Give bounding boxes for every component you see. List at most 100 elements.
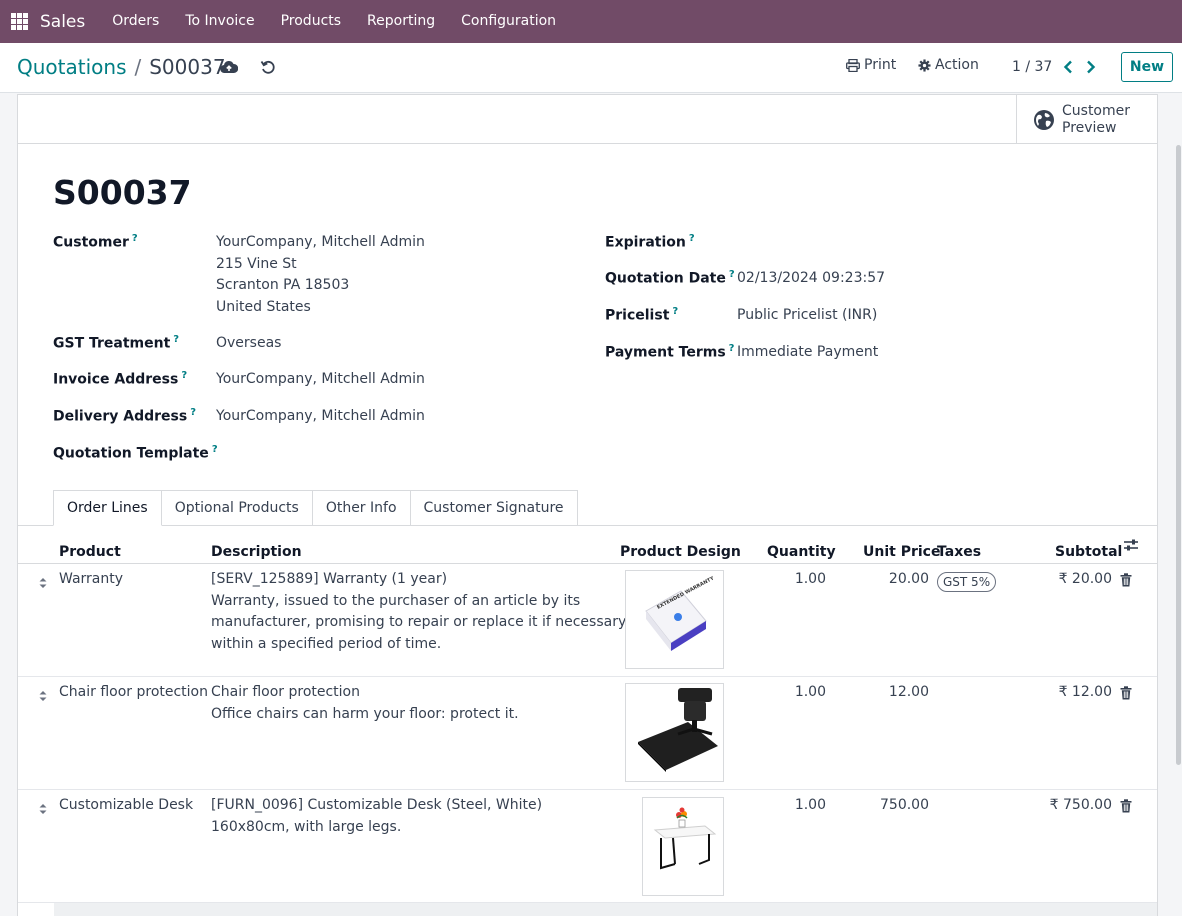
payment-terms-label: Payment Terms? xyxy=(605,343,735,361)
drag-handle-icon[interactable] xyxy=(38,576,48,590)
customer-value[interactable]: YourCompany, Mitchell Admin 215 Vine St … xyxy=(216,232,425,318)
product-design-image[interactable]: EXTENDED WARRANTY xyxy=(625,570,724,669)
new-button[interactable]: New xyxy=(1121,52,1173,82)
delivery-address-value[interactable]: YourCompany, Mitchell Admin xyxy=(216,406,425,428)
row-product: Warranty xyxy=(59,571,124,587)
quotation-date-value[interactable]: 02/13/2024 09:23:57 xyxy=(737,268,885,290)
drag-handle-icon[interactable] xyxy=(38,802,48,816)
help-icon[interactable]: ? xyxy=(729,269,735,280)
product-design-image[interactable] xyxy=(625,683,724,782)
customer-label: Customer? xyxy=(53,233,138,251)
customer-preview-button[interactable]: Customer Preview xyxy=(1016,95,1157,144)
description-line: Chair floor protection xyxy=(211,684,360,700)
pager-previous-icon[interactable] xyxy=(1060,57,1076,77)
row-description: [FURN_0096] Customizable Desk (Steel, Wh… xyxy=(211,795,542,838)
help-icon[interactable]: ? xyxy=(173,334,179,345)
action-button[interactable]: Action xyxy=(918,57,979,73)
customer-street: 215 Vine St xyxy=(216,255,297,272)
invoice-address-value[interactable]: YourCompany, Mitchell Admin xyxy=(216,369,425,391)
save-cloud-icon[interactable] xyxy=(219,57,239,77)
col-header-product-design[interactable]: Product Design xyxy=(620,544,741,560)
help-icon[interactable]: ? xyxy=(132,233,138,244)
col-header-description[interactable]: Description xyxy=(211,544,302,560)
menu-configuration[interactable]: Configuration xyxy=(448,0,569,43)
app-name[interactable]: Sales xyxy=(40,12,85,32)
preview-label-line2: Preview xyxy=(1062,119,1117,136)
action-label: Action xyxy=(935,57,979,73)
customer-city: Scranton PA 18503 xyxy=(216,277,350,293)
form-statusbar: Customer Preview xyxy=(18,95,1157,144)
table-row[interactable]: Customizable Desk [FURN_0096] Customizab… xyxy=(18,790,1157,903)
payment-terms-value[interactable]: Immediate Payment xyxy=(737,342,878,364)
help-icon[interactable]: ? xyxy=(181,370,187,381)
row-unit-price[interactable]: 750.00 xyxy=(860,795,929,817)
table-row[interactable]: Warranty [SERV_125889] Warranty (1 year)… xyxy=(18,564,1157,677)
help-icon[interactable]: ? xyxy=(729,343,735,354)
row-description: [SERV_125889] Warranty (1 year) Warranty… xyxy=(211,569,626,655)
description-line: 160x80cm, with large legs. xyxy=(211,818,402,835)
drag-handle-icon[interactable] xyxy=(38,689,48,703)
row-description: Chair floor protection Office chairs can… xyxy=(211,682,519,725)
col-header-product[interactable]: Product xyxy=(59,544,121,560)
row-quantity[interactable]: 1.00 xyxy=(766,795,826,817)
col-header-taxes[interactable]: Taxes xyxy=(937,544,981,560)
col-header-unit-price[interactable]: Unit Price xyxy=(863,544,940,560)
trash-icon[interactable] xyxy=(1120,686,1132,700)
description-line: Office chairs can harm your floor: prote… xyxy=(211,705,519,722)
editing-row-bar[interactable] xyxy=(54,903,1157,916)
row-subtotal: ₹ 20.00 xyxy=(1058,571,1112,587)
document-title: S00037 xyxy=(53,173,192,212)
description-line: Warranty, issued to the purchaser of an … xyxy=(211,592,581,609)
tax-badge[interactable]: GST 5% xyxy=(937,572,997,592)
tab-other-info[interactable]: Other Info xyxy=(312,490,411,526)
trash-icon[interactable] xyxy=(1120,799,1132,813)
col-header-subtotal[interactable]: Subtotal xyxy=(1055,544,1122,560)
top-navbar: Sales Orders To Invoice Products Reporti… xyxy=(0,0,1182,43)
delivery-address-label: Delivery Address? xyxy=(53,407,196,425)
table-row[interactable]: Chair floor protection Chair floor prote… xyxy=(18,677,1157,790)
print-button[interactable]: Print xyxy=(846,57,896,73)
customer-name: YourCompany, Mitchell Admin xyxy=(216,234,425,250)
row-quantity[interactable]: 1.00 xyxy=(766,682,826,704)
customer-country: United States xyxy=(216,298,311,315)
gear-icon xyxy=(918,58,931,72)
help-icon[interactable]: ? xyxy=(212,444,218,455)
description-line: [FURN_0096] Customizable Desk (Steel, Wh… xyxy=(211,797,543,813)
description-line: within a specified period of time. xyxy=(211,635,442,652)
expiration-label: Expiration? xyxy=(605,233,695,251)
pager-next-icon[interactable] xyxy=(1083,57,1099,77)
page-scrollbar-thumb[interactable] xyxy=(1176,145,1181,765)
breadcrumb-separator: / xyxy=(134,55,142,79)
trash-icon[interactable] xyxy=(1120,573,1132,587)
pager-value[interactable]: 1 / 37 xyxy=(1012,59,1052,75)
quotation-date-label: Quotation Date? xyxy=(605,269,735,287)
breadcrumb: Quotations / S00037 xyxy=(17,55,226,79)
gst-treatment-label: GST Treatment? xyxy=(53,334,180,352)
product-design-image[interactable] xyxy=(642,797,724,896)
optional-columns-icon[interactable] xyxy=(1124,538,1138,552)
row-unit-price[interactable]: 12.00 xyxy=(860,682,929,704)
col-header-quantity[interactable]: Quantity xyxy=(767,544,836,560)
row-product: Customizable Desk xyxy=(59,797,194,813)
breadcrumb-quotations-link[interactable]: Quotations xyxy=(17,55,126,79)
invoice-address-label: Invoice Address? xyxy=(53,370,188,388)
menu-reporting[interactable]: Reporting xyxy=(354,0,448,43)
gst-treatment-value[interactable]: Overseas xyxy=(216,333,281,355)
row-quantity[interactable]: 1.00 xyxy=(766,569,826,591)
help-icon[interactable]: ? xyxy=(689,233,695,244)
menu-orders[interactable]: Orders xyxy=(99,0,172,43)
row-product: Chair floor protection xyxy=(59,684,208,700)
apps-grid-icon[interactable] xyxy=(11,13,28,30)
form-sheet: Customer Preview S00037 Customer? YourCo… xyxy=(17,94,1158,916)
row-unit-price[interactable]: 20.00 xyxy=(860,569,929,591)
help-icon[interactable]: ? xyxy=(190,407,196,418)
tab-order-lines[interactable]: Order Lines xyxy=(53,490,162,526)
pricelist-value[interactable]: Public Pricelist (INR) xyxy=(737,305,877,327)
tab-optional-products[interactable]: Optional Products xyxy=(161,490,313,526)
help-icon[interactable]: ? xyxy=(672,306,678,317)
print-label: Print xyxy=(864,57,897,73)
discard-undo-icon[interactable] xyxy=(258,57,278,77)
menu-products[interactable]: Products xyxy=(268,0,354,43)
tab-customer-signature[interactable]: Customer Signature xyxy=(410,490,578,526)
menu-to-invoice[interactable]: To Invoice xyxy=(172,0,267,43)
